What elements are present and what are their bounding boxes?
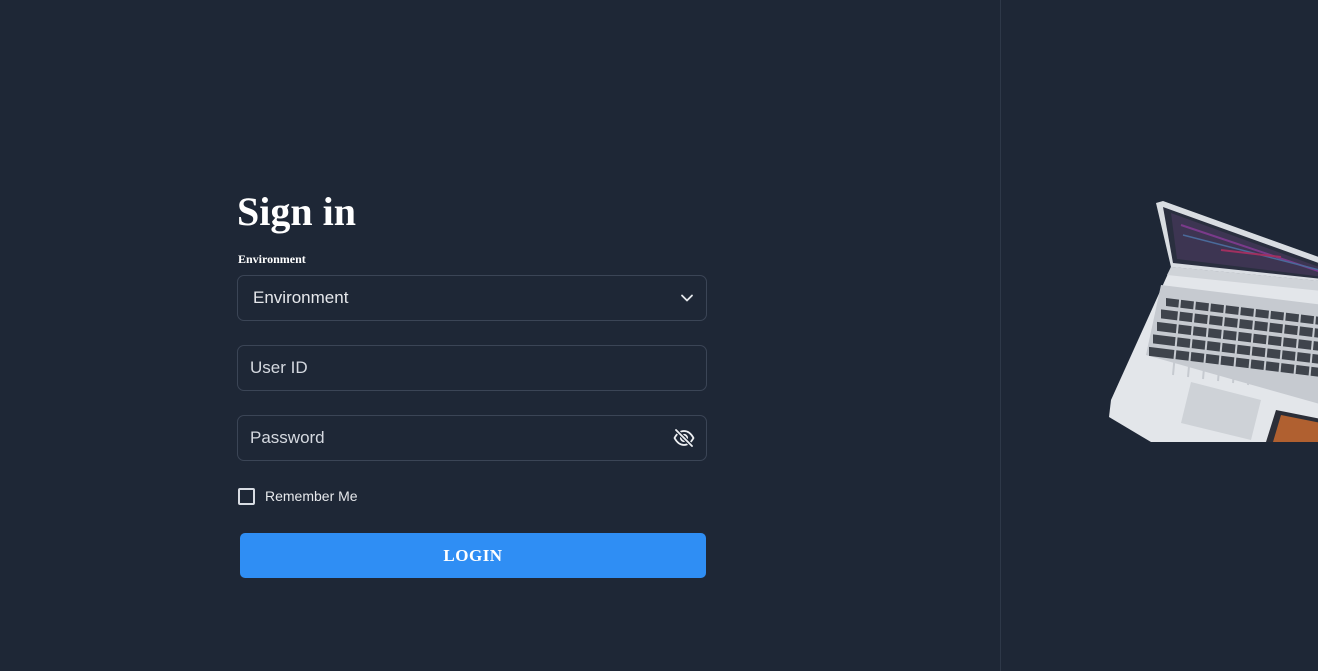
eye-off-icon[interactable]	[673, 429, 695, 447]
password-field-container	[237, 415, 707, 461]
laptop-illustration	[1109, 201, 1318, 442]
userid-field-container	[237, 345, 707, 391]
remember-me-label[interactable]: Remember Me	[265, 488, 358, 504]
environment-label: Environment	[238, 252, 306, 266]
userid-input[interactable]	[238, 346, 706, 390]
environment-select[interactable]: Environment	[237, 275, 707, 321]
illustration-panel	[1001, 0, 1318, 671]
login-panel: Sign in Environment Environment Remember…	[0, 0, 1000, 671]
page-title: Sign in	[237, 189, 356, 234]
remember-me-checkbox[interactable]	[238, 488, 255, 505]
environment-select-value: Environment	[253, 288, 349, 307]
login-button[interactable]: LOGIN	[240, 533, 706, 578]
password-input[interactable]	[238, 416, 706, 460]
chevron-down-icon	[681, 294, 693, 302]
